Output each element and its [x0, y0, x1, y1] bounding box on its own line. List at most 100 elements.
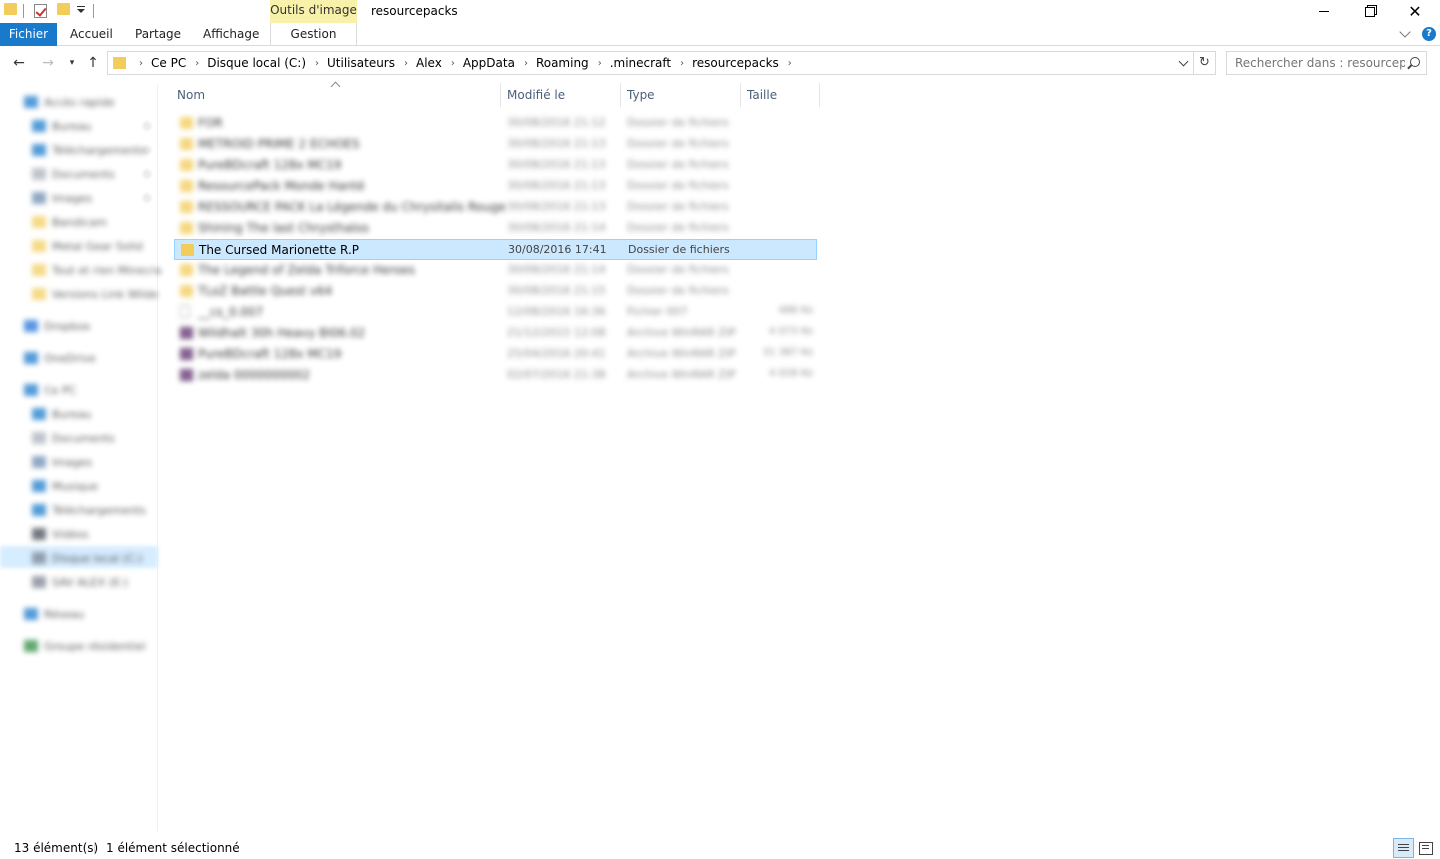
quick-access-separator — [23, 4, 24, 18]
file-row[interactable]: Shining The last Chrysthalos 30/08/2016 2… — [174, 218, 817, 239]
help-icon[interactable]: ? — [1422, 27, 1436, 41]
back-icon[interactable]: ← — [10, 54, 28, 72]
nav-item[interactable]: OneDrive — [24, 347, 96, 369]
address-history-icon[interactable] — [1178, 56, 1189, 67]
breadcrumb-item[interactable]: AppData — [463, 56, 515, 70]
column-divider[interactable] — [500, 83, 501, 107]
nav-item[interactable]: Groupe résidentiel — [24, 635, 146, 657]
new-folder-icon[interactable] — [57, 3, 70, 15]
nav-item[interactable]: Accès rapide — [24, 91, 114, 113]
folder-icon — [32, 216, 46, 228]
nav-item[interactable]: Bureau — [32, 403, 91, 425]
nav-item[interactable]: Documents — [32, 427, 115, 449]
details-view-icon[interactable] — [1393, 838, 1414, 858]
search-box[interactable] — [1226, 51, 1427, 75]
nav-item-label: Téléchargements — [52, 503, 146, 517]
nav-item[interactable]: Dropbox — [24, 315, 90, 337]
recent-locations-icon[interactable]: ▾ — [63, 54, 81, 72]
tab-gestion[interactable]: Gestion — [270, 23, 357, 46]
column-header-type[interactable]: Type — [627, 83, 655, 107]
breadcrumb-item[interactable]: Utilisateurs — [327, 56, 395, 70]
breadcrumb-chevron-icon[interactable]: › — [139, 58, 143, 69]
nav-item[interactable]: Versions Link Wilde — [32, 283, 158, 305]
column-header-size[interactable]: Taille — [747, 83, 777, 107]
address-bar[interactable]: › Ce PC › Disque local (C:) › Utilisateurs › Al… — [107, 51, 1194, 75]
file-row[interactable]: __cs_0.007 12/08/2016 16:36 Fichier 007 488… — [174, 302, 817, 323]
file-row[interactable]: METROID PRIME 2 ECHOES 30/08/2016 21:13 Do… — [174, 134, 817, 155]
pictures-icon — [32, 192, 46, 204]
nav-item[interactable]: Tout et rien Minecra — [32, 259, 161, 281]
tab-fichier[interactable]: Fichier — [0, 23, 57, 46]
breadcrumb-chevron-icon[interactable]: › — [680, 58, 684, 69]
file-row[interactable]: PureBDcraft 128x MC19 25/04/2016 20:41 Arc… — [174, 344, 817, 365]
file-row[interactable]: TLoZ Battle Quest v64 30/08/2016 21:15 Dos… — [174, 281, 817, 302]
file-type: Archive WinRAR ZIP — [627, 368, 736, 381]
large-icons-view-icon[interactable] — [1417, 840, 1433, 856]
nav-item[interactable]: Images — [32, 451, 92, 473]
file-size: 488 Ko — [778, 305, 813, 316]
file-row[interactable]: FOR 30/08/2016 21:12 Dossier de fichiers — [174, 113, 817, 134]
file-row[interactable]: The Legend of Zelda Triforce Heroes 30/08… — [174, 260, 817, 281]
selection-count: 1 élément sélectionné — [106, 841, 240, 855]
breadcrumb-chevron-icon[interactable]: › — [404, 58, 408, 69]
breadcrumb-chevron-icon[interactable]: › — [195, 58, 199, 69]
status-separator — [94, 842, 95, 855]
nav-item[interactable]: Vidéos — [32, 523, 89, 545]
file-type: Dossier de fichiers — [627, 221, 729, 234]
breadcrumb-item[interactable]: Roaming — [536, 56, 589, 70]
file-row[interactable]: Wildhalt 30h Heavy BI06.02 21/12/2015 12:… — [174, 323, 817, 344]
breadcrumb-item[interactable]: .minecraft — [610, 56, 671, 70]
search-input[interactable] — [1235, 56, 1405, 70]
breadcrumb-item[interactable]: Disque local (C:) — [207, 56, 306, 70]
nav-item[interactable]: Documents — [32, 163, 115, 185]
column-divider[interactable] — [740, 83, 741, 107]
nav-item[interactable]: Images — [32, 187, 92, 209]
properties-icon[interactable] — [34, 4, 47, 18]
tab-accueil[interactable]: Accueil — [70, 23, 113, 46]
nav-item[interactable]: SAV ALEX (E:) — [32, 571, 128, 593]
column-header-date[interactable]: Modifié le — [507, 83, 565, 107]
computer-icon — [24, 384, 38, 396]
nav-item[interactable]: Ce PC — [24, 379, 76, 401]
forward-icon[interactable]: → — [39, 54, 57, 72]
nav-item[interactable]: Téléchargements — [32, 499, 146, 521]
close-button[interactable]: ✕ — [1392, 0, 1438, 23]
minimize-button[interactable] — [1301, 0, 1347, 23]
tab-partage[interactable]: Partage — [135, 23, 181, 46]
column-header-name[interactable]: Nom — [177, 83, 205, 107]
nav-item[interactable]: Musique — [32, 475, 98, 497]
nav-item[interactable]: Metal Gear Solid — [32, 235, 143, 257]
file-row[interactable]: The Cursed Marionette R.P 30/08/2016 17:4… — [174, 239, 817, 260]
nav-item[interactable]: Bureau — [32, 115, 91, 137]
nav-item[interactable]: Réseau — [24, 603, 84, 625]
tab-affichage[interactable]: Affichage — [203, 23, 259, 46]
file-row[interactable]: zelda 0000000002 02/07/2016 21:38 Archive … — [174, 365, 817, 386]
breadcrumb-chevron-icon[interactable]: › — [451, 58, 455, 69]
nav-item[interactable]: Disque local (C:) — [32, 547, 143, 569]
breadcrumb-item[interactable]: resourcepacks — [692, 56, 779, 70]
customize-quick-access-icon[interactable] — [77, 6, 85, 13]
nav-item[interactable]: Bandicam — [32, 211, 107, 233]
restore-button[interactable] — [1347, 0, 1393, 23]
file-date: 25/04/2016 20:41 — [507, 347, 606, 360]
sort-ascending-icon — [330, 81, 341, 92]
file-row[interactable]: ResourcePack Monde Hanté 30/08/2016 21:13… — [174, 176, 817, 197]
quick-access-separator — [93, 4, 94, 18]
breadcrumb-chevron-icon[interactable]: › — [315, 58, 319, 69]
file-row[interactable]: PureBDcraft 128x MC19 30/08/2016 21:13 Dos… — [174, 155, 817, 176]
nav-item[interactable]: Téléchargements — [32, 139, 146, 161]
expand-ribbon-icon[interactable] — [1399, 26, 1411, 38]
breadcrumb-item[interactable]: Alex — [416, 56, 442, 70]
search-icon[interactable] — [1410, 57, 1420, 67]
file-row[interactable]: RESSOURCE PACK La Légende du Chrysitalis… — [174, 197, 817, 218]
file-date: 30/08/2016 17:41 — [508, 243, 607, 256]
breadcrumb-item[interactable]: Ce PC — [151, 56, 186, 70]
drive-icon — [32, 576, 46, 588]
column-divider[interactable] — [819, 83, 820, 107]
up-icon[interactable]: ↑ — [84, 54, 102, 72]
breadcrumb-chevron-icon[interactable]: › — [524, 58, 528, 69]
column-divider[interactable] — [620, 83, 621, 107]
breadcrumb-chevron-icon[interactable]: › — [598, 58, 602, 69]
refresh-icon[interactable]: ↻ — [1194, 51, 1216, 75]
breadcrumb-chevron-icon[interactable]: › — [788, 58, 792, 69]
